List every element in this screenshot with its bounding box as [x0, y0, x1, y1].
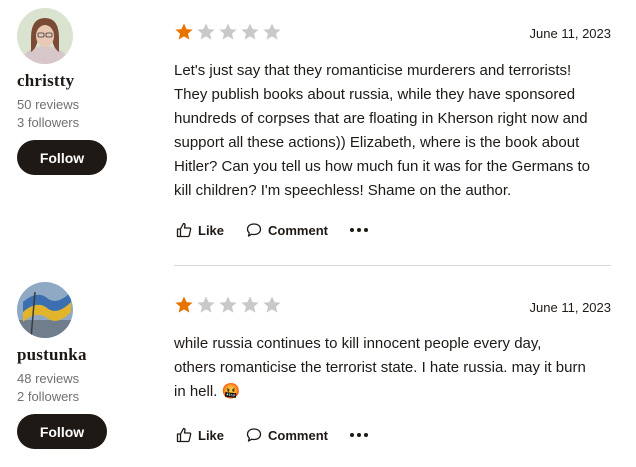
like-button[interactable]: Like: [176, 222, 224, 238]
star-empty-icon: [219, 296, 237, 313]
reviews-count[interactable]: 50 reviews: [17, 97, 79, 112]
star-empty-icon: [263, 23, 281, 40]
review-text: Let's just say that they romanticise mur…: [174, 62, 591, 199]
star-empty-icon: [263, 296, 281, 313]
more-dots-icon[interactable]: [349, 429, 368, 441]
rating-stars: [174, 295, 282, 315]
star-empty-icon: [219, 23, 237, 40]
avatar[interactable]: [17, 8, 73, 64]
reviews-count[interactable]: 48 reviews: [17, 371, 79, 386]
review-date[interactable]: June 11, 2023: [530, 26, 611, 41]
star-empty-icon: [197, 296, 215, 313]
review-date[interactable]: June 11, 2023: [530, 300, 611, 315]
review-actions: Like Comment: [176, 222, 368, 238]
like-label: Like: [198, 222, 225, 238]
thumbs-up-icon: [176, 222, 192, 238]
review-text: while russia continues to kill innocent …: [174, 335, 586, 400]
more-dots-icon[interactable]: [349, 224, 368, 236]
star-filled-icon: [175, 23, 193, 40]
comment-label: Comment: [268, 427, 328, 443]
followers-count[interactable]: 2 followers: [17, 389, 79, 404]
username[interactable]: christty: [17, 71, 74, 91]
username[interactable]: pustunka: [17, 345, 87, 365]
comment-label: Comment: [268, 222, 328, 238]
avatar[interactable]: [17, 282, 73, 338]
divider: [174, 265, 611, 266]
follow-button[interactable]: Follow: [17, 414, 107, 449]
like-label: Like: [198, 427, 225, 443]
followers-count[interactable]: 3 followers: [17, 115, 79, 130]
comment-button[interactable]: Comment: [246, 427, 328, 443]
star-filled-icon: [175, 296, 193, 313]
follow-button[interactable]: Follow: [17, 140, 107, 175]
rating-stars: [174, 22, 282, 42]
review-actions: Like Comment: [176, 427, 368, 443]
star-empty-icon: [197, 23, 215, 40]
star-empty-icon: [241, 23, 259, 40]
thumbs-up-icon: [176, 427, 192, 443]
comment-button[interactable]: Comment: [246, 222, 328, 238]
like-button[interactable]: Like: [176, 427, 224, 443]
star-empty-icon: [241, 296, 259, 313]
speech-bubble-icon: [246, 428, 262, 442]
speech-bubble-icon: [246, 223, 262, 237]
